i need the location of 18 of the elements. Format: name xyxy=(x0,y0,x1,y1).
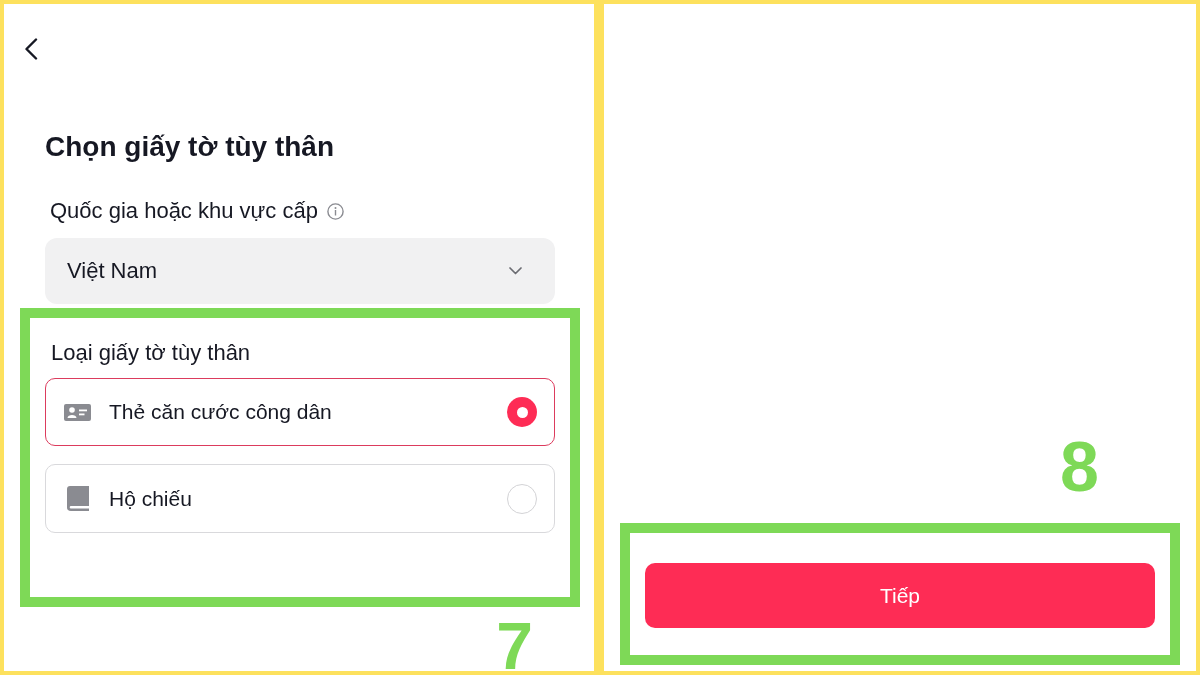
step-number: 8 xyxy=(1060,431,1099,503)
chevron-down-icon xyxy=(509,267,522,275)
next-button[interactable]: Tiếp xyxy=(645,563,1155,628)
step-number: 7 xyxy=(496,622,533,670)
field-label: Quốc gia hoặc khu vực cấp xyxy=(50,198,318,224)
id-card-icon xyxy=(64,403,91,421)
radio-button[interactable] xyxy=(507,397,537,427)
option-card[interactable]: Hộ chiếu xyxy=(45,464,555,533)
option-label: Thẻ căn cước công dân xyxy=(109,400,333,424)
info-icon[interactable] xyxy=(326,202,344,220)
page-title: Chọn giấy tờ tùy thân xyxy=(45,131,334,163)
radio-button[interactable] xyxy=(507,483,537,514)
country-dropdown[interactable]: Việt Nam xyxy=(45,238,555,304)
book-icon xyxy=(67,486,89,511)
back-icon xyxy=(24,38,38,60)
section-label: Loại giấy tờ tùy thân xyxy=(50,340,251,366)
option-label: Hộ chiếu xyxy=(109,486,193,511)
option-card[interactable]: Thẻ căn cước công dân xyxy=(45,378,555,446)
